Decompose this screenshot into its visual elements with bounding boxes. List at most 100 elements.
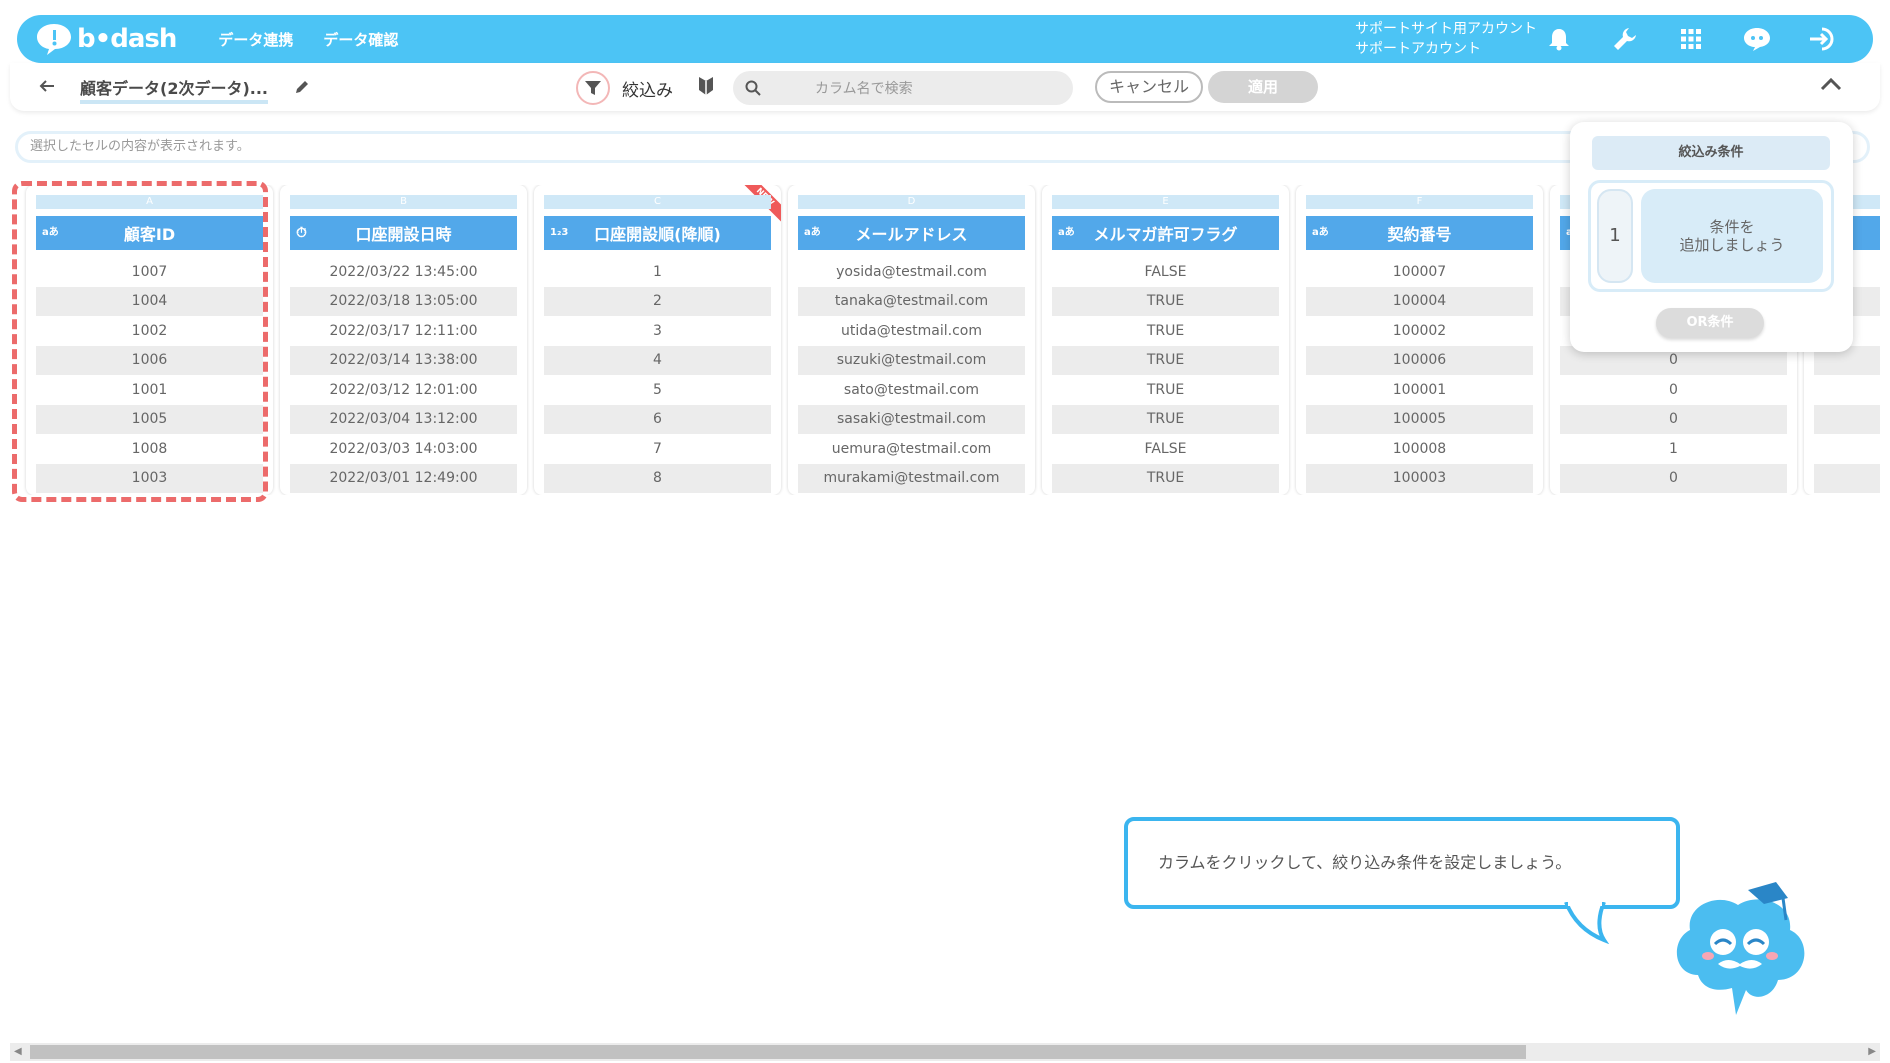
- wrench-icon[interactable]: [1607, 21, 1643, 57]
- account-info[interactable]: サポートサイト用アカウント サポートアカウント: [1355, 19, 1537, 59]
- cell[interactable]: tanaka@testmail.com: [798, 286, 1025, 316]
- cell[interactable]: 0: [1560, 463, 1787, 493]
- cell[interactable]: 100003: [1306, 463, 1533, 493]
- cell[interactable]: 100001: [1306, 375, 1533, 405]
- cell[interactable]: [1814, 463, 1880, 493]
- column-card-contract-number[interactable]: F aあ 契約番号 100007 100004 100002 100006 10…: [1296, 185, 1543, 495]
- cell[interactable]: 5: [544, 375, 771, 405]
- cell[interactable]: TRUE: [1052, 345, 1279, 375]
- support-chat-icon[interactable]: [1739, 21, 1775, 57]
- column-card-customer-id[interactable]: A aあ 顧客ID 1007 1004 1002 1006 1001 1005 …: [26, 185, 273, 495]
- cell[interactable]: murakami@testmail.com: [798, 463, 1025, 493]
- pencil-icon[interactable]: [293, 78, 311, 96]
- column-header[interactable]: aあ 契約番号: [1306, 216, 1533, 250]
- column-title: メルマガ許可フラグ: [1093, 225, 1238, 244]
- cell[interactable]: 100004: [1306, 286, 1533, 316]
- cell[interactable]: 100007: [1306, 257, 1533, 287]
- column-search[interactable]: カラム名で検索: [733, 71, 1073, 105]
- cell[interactable]: 100008: [1306, 434, 1533, 464]
- column-cells: yosida@testmail.com tanaka@testmail.com …: [798, 257, 1025, 493]
- cell[interactable]: 100002: [1306, 316, 1533, 346]
- cell[interactable]: 0: [1560, 404, 1787, 434]
- column-header[interactable]: ⏱ 口座開設日時: [290, 216, 517, 250]
- cell[interactable]: uemura@testmail.com: [798, 434, 1025, 464]
- scroll-right-icon[interactable]: ▶: [1868, 1046, 1876, 1057]
- horizontal-scrollbar[interactable]: ◀ ▶: [10, 1043, 1880, 1061]
- chevron-up-icon[interactable]: [1820, 77, 1842, 91]
- cell[interactable]: FALSE: [1052, 434, 1279, 464]
- filter-icon[interactable]: [576, 71, 610, 105]
- cell[interactable]: [1814, 404, 1880, 434]
- cell[interactable]: 7: [544, 434, 771, 464]
- condition-group: 1 条件を 追加しましょう: [1588, 180, 1834, 292]
- cell[interactable]: 1003: [36, 463, 263, 493]
- cell[interactable]: sato@testmail.com: [798, 375, 1025, 405]
- cell[interactable]: TRUE: [1052, 463, 1279, 493]
- beginner-mark-icon[interactable]: [698, 75, 714, 97]
- logout-icon[interactable]: [1805, 21, 1841, 57]
- back-arrow-icon[interactable]: [38, 77, 56, 95]
- cell[interactable]: 1001: [36, 375, 263, 405]
- cell[interactable]: 2022/03/18 13:05:00: [290, 286, 517, 316]
- cell[interactable]: sasaki@testmail.com: [798, 404, 1025, 434]
- column-card-opened-at[interactable]: B ⏱ 口座開設日時 2022/03/22 13:45:00 2022/03/1…: [280, 185, 527, 495]
- column-header[interactable]: aあ メルマガ許可フラグ: [1052, 216, 1279, 250]
- grid-menu-icon[interactable]: [1673, 21, 1709, 57]
- cell[interactable]: 2022/03/22 13:45:00: [290, 257, 517, 287]
- cell[interactable]: yosida@testmail.com: [798, 257, 1025, 287]
- cell[interactable]: suzuki@testmail.com: [798, 345, 1025, 375]
- cell[interactable]: 3: [544, 316, 771, 346]
- cell[interactable]: TRUE: [1052, 286, 1279, 316]
- cell[interactable]: [1814, 434, 1880, 464]
- cell[interactable]: 1005: [36, 404, 263, 434]
- cell[interactable]: 100006: [1306, 345, 1533, 375]
- top-bar: b•dash データ連携 データ確認 サポートサイト用アカウント サポートアカウ…: [17, 15, 1873, 63]
- cell[interactable]: 1006: [36, 345, 263, 375]
- nav-data-integration[interactable]: データ連携: [218, 29, 293, 50]
- logo[interactable]: b•dash: [35, 22, 177, 56]
- cell[interactable]: 1: [544, 257, 771, 287]
- cell[interactable]: 2022/03/01 12:49:00: [290, 463, 517, 493]
- column-card-open-order[interactable]: NEW C 1₂3 口座開設順(降順) 1 2 3 4 5 6 7 8: [534, 185, 781, 495]
- cell[interactable]: 2022/03/04 13:12:00: [290, 404, 517, 434]
- cell[interactable]: 1007: [36, 257, 263, 287]
- column-header[interactable]: aあ 顧客ID: [36, 216, 263, 250]
- cell[interactable]: FALSE: [1052, 257, 1279, 287]
- cell[interactable]: TRUE: [1052, 316, 1279, 346]
- cell[interactable]: 2022/03/03 14:03:00: [290, 434, 517, 464]
- apply-button[interactable]: 適用: [1208, 71, 1318, 103]
- add-condition-text-1: 条件を: [1709, 218, 1755, 236]
- bell-icon[interactable]: [1541, 21, 1577, 57]
- column-header[interactable]: 1₂3 口座開設順(降順): [544, 216, 771, 250]
- dataset-name[interactable]: 顧客データ(2次データ)...: [80, 75, 268, 104]
- cell[interactable]: TRUE: [1052, 375, 1279, 405]
- cell[interactable]: TRUE: [1052, 404, 1279, 434]
- nav-data-check[interactable]: データ確認: [323, 29, 398, 50]
- cell[interactable]: 100005: [1306, 404, 1533, 434]
- cell[interactable]: 2: [544, 286, 771, 316]
- cell[interactable]: [1814, 375, 1880, 405]
- text-type-icon: aあ: [1058, 227, 1075, 238]
- cell[interactable]: 1002: [36, 316, 263, 346]
- cell[interactable]: 2022/03/14 13:38:00: [290, 345, 517, 375]
- or-condition-button[interactable]: OR条件: [1656, 308, 1764, 338]
- scroll-left-icon[interactable]: ◀: [14, 1046, 22, 1057]
- scrollbar-thumb[interactable]: [30, 1045, 1526, 1059]
- column-letter: A: [36, 195, 263, 209]
- cell[interactable]: 2022/03/17 12:11:00: [290, 316, 517, 346]
- cell[interactable]: 0: [1560, 375, 1787, 405]
- cell[interactable]: 4: [544, 345, 771, 375]
- column-card-newsletter-flag[interactable]: E aあ メルマガ許可フラグ FALSE TRUE TRUE TRUE TRUE…: [1042, 185, 1289, 495]
- cell[interactable]: utida@testmail.com: [798, 316, 1025, 346]
- cell[interactable]: 1008: [36, 434, 263, 464]
- cell[interactable]: 1004: [36, 286, 263, 316]
- cell[interactable]: 1: [1560, 434, 1787, 464]
- cancel-button[interactable]: キャンセル: [1095, 71, 1203, 103]
- column-card-email[interactable]: D aあ メールアドレス yosida@testmail.com tanaka@…: [788, 185, 1035, 495]
- add-condition-slot[interactable]: 条件を 追加しましょう: [1641, 189, 1823, 283]
- cell[interactable]: 8: [544, 463, 771, 493]
- column-header[interactable]: aあ メールアドレス: [798, 216, 1025, 250]
- search-input[interactable]: カラム名で検索: [815, 78, 913, 98]
- cell[interactable]: 6: [544, 404, 771, 434]
- cell[interactable]: 2022/03/12 12:01:00: [290, 375, 517, 405]
